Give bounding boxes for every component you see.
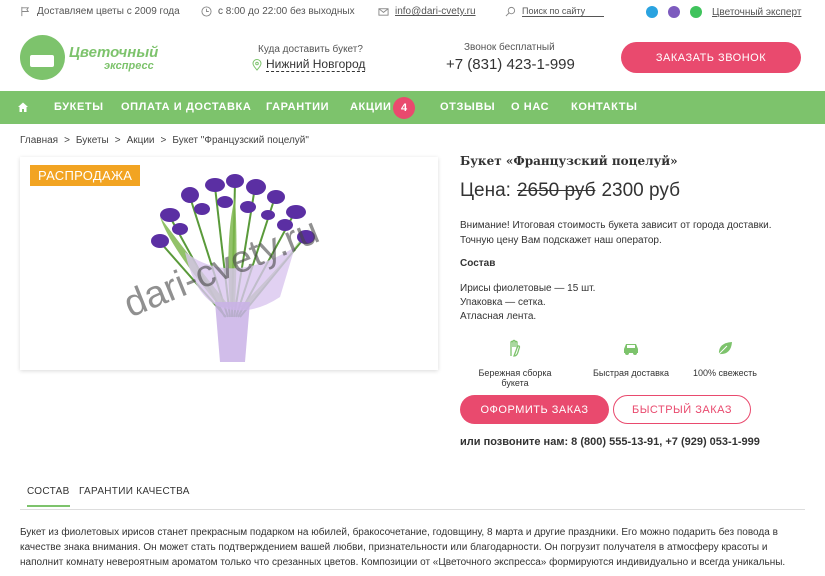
breadcrumb-current: Букет "Французский поцелуй" — [172, 135, 309, 146]
search-icon — [505, 6, 516, 17]
price-note-line-1: Внимание! Итоговая стоимость букета зави… — [460, 220, 772, 231]
composition-item: Атласная лента. — [460, 311, 537, 322]
top-email[interactable]: info@dari-cvety.ru — [378, 6, 476, 17]
nav-item-promotions[interactable]: АКЦИИ — [350, 101, 392, 113]
composition-item: Ирисы фиолетовые — 15 шт. — [460, 283, 596, 294]
order-call-button[interactable]: ЗАКАЗАТЬ ЗВОНОК — [621, 42, 801, 73]
delivery-city-text[interactable]: Нижний Новгород — [266, 57, 366, 72]
tab-composition[interactable]: СОСТАВ — [27, 486, 70, 507]
top-since-text: Доставляем цветы с 2009 года — [37, 6, 180, 17]
composition-item: Упаковка — сетка. — [460, 297, 546, 308]
top-bar: Доставляем цветы с 2009 года с 8:00 до 2… — [0, 0, 825, 26]
breadcrumb-separator: > — [64, 135, 70, 146]
nav-item-guarantees[interactable]: ГАРАНТИИ — [266, 101, 329, 113]
new-price: 2300 руб — [601, 180, 680, 201]
price-block: Цена: 2650 руб 2300 руб — [460, 180, 680, 202]
clock-icon — [201, 6, 212, 17]
delivery-question: Куда доставить букет? — [258, 44, 363, 55]
telegram-icon[interactable] — [646, 6, 658, 18]
product-tabs: СОСТАВ ГАРАНТИИ КАЧЕСТВА — [20, 476, 805, 510]
feature-careful-assembly: Бережная сборка букета — [465, 338, 565, 388]
viber-icon[interactable] — [668, 6, 680, 18]
logo-subtitle[interactable]: экспресс — [104, 60, 154, 72]
top-search[interactable]: Поиск по сайту — [505, 6, 604, 17]
quick-order-button[interactable]: БЫСТРЫЙ ЗАКАЗ — [613, 395, 751, 424]
header-phone[interactable]: +7 (831) 423-1-999 — [446, 56, 575, 73]
order-button[interactable]: ОФОРМИТЬ ЗАКАЗ — [460, 395, 609, 424]
feature-careful-assembly-label: Бережная сборка букета — [478, 368, 552, 388]
price-note-line-2: Точную цену Вам подскажет наш оператор. — [460, 235, 662, 246]
nav-item-about[interactable]: О НАС — [511, 101, 549, 113]
tab-quality-guarantees[interactable]: ГАРАНТИИ КАЧЕСТВА — [79, 486, 190, 497]
call-free-label: Звонок бесплатный — [464, 42, 555, 53]
composition-list: Ирисы фиолетовые — 15 шт. Упаковка — сет… — [460, 282, 595, 324]
email-link[interactable]: info@dari-cvety.ru — [395, 6, 476, 17]
product-photo[interactable]: РАСПРОДАЖА dari-cvety.ru — [20, 157, 438, 370]
price-note: Внимание! Итоговая стоимость букета зави… — [460, 218, 800, 248]
nav-item-bouquets[interactable]: БУКЕТЫ — [54, 101, 104, 113]
logo-icon[interactable] — [20, 35, 65, 80]
breadcrumb-separator: > — [160, 135, 167, 146]
search-input[interactable]: Поиск по сайту — [522, 6, 604, 17]
top-social: Цветочный эксперт — [646, 6, 801, 18]
top-hours-text: с 8:00 до 22:00 без выходных — [218, 6, 355, 17]
location-pin-icon — [252, 58, 262, 71]
logo-title[interactable]: Цветочный — [69, 44, 158, 61]
feature-freshness-label: 100% свежесть — [693, 368, 757, 378]
promotions-count-badge: 4 — [393, 97, 415, 119]
old-price: 2650 руб — [516, 180, 596, 201]
breadcrumb-promotions[interactable]: Акции — [127, 135, 155, 146]
feature-freshness: 100% свежесть — [675, 338, 775, 378]
flower-expert-link[interactable]: Цветочный эксперт — [712, 7, 801, 18]
car-icon — [624, 344, 638, 355]
nav-item-reviews[interactable]: ОТЗЫВЫ — [440, 101, 495, 113]
nav-item-payment-delivery[interactable]: ОПЛАТА И ДОСТАВКА — [121, 101, 251, 113]
breadcrumb-separator: > — [114, 135, 121, 146]
top-since: Доставляем цветы с 2009 года — [20, 6, 180, 17]
flag-icon — [21, 6, 30, 17]
composition-heading: Состав — [460, 258, 496, 269]
call-us-text: или позвоните нам: 8 (800) 555-13-91, +7… — [460, 436, 760, 448]
nav-item-contacts[interactable]: КОНТАКТЫ — [571, 101, 637, 113]
top-hours: с 8:00 до 22:00 без выходных — [201, 6, 355, 17]
whatsapp-icon[interactable] — [690, 6, 702, 18]
feature-fast-delivery: Быстрая доставка — [581, 338, 681, 378]
main-nav: БУКЕТЫ ОПЛАТА И ДОСТАВКА ГАРАНТИИ АКЦИИ … — [0, 91, 825, 124]
breadcrumb-bouquets[interactable]: Букеты — [76, 135, 109, 146]
sale-badge: РАСПРОДАЖА — [30, 165, 141, 186]
leaf-icon — [718, 342, 732, 355]
mail-icon — [378, 8, 389, 16]
hand-icon — [510, 339, 521, 357]
product-description: Букет из фиолетовых ирисов станет прекра… — [20, 527, 786, 568]
delivery-city-selector[interactable]: Нижний Новгород — [252, 57, 366, 72]
home-icon[interactable] — [17, 101, 29, 113]
product-title: Букет «Французский поцелуй» — [460, 154, 678, 168]
feature-fast-delivery-label: Быстрая доставка — [592, 368, 670, 378]
header: Цветочный экспресс Куда доставить букет?… — [0, 26, 825, 91]
breadcrumb: Главная > Букеты > Акции > Букет "Францу… — [20, 135, 309, 146]
breadcrumb-home[interactable]: Главная — [20, 135, 58, 146]
price-label: Цена: — [460, 180, 511, 201]
